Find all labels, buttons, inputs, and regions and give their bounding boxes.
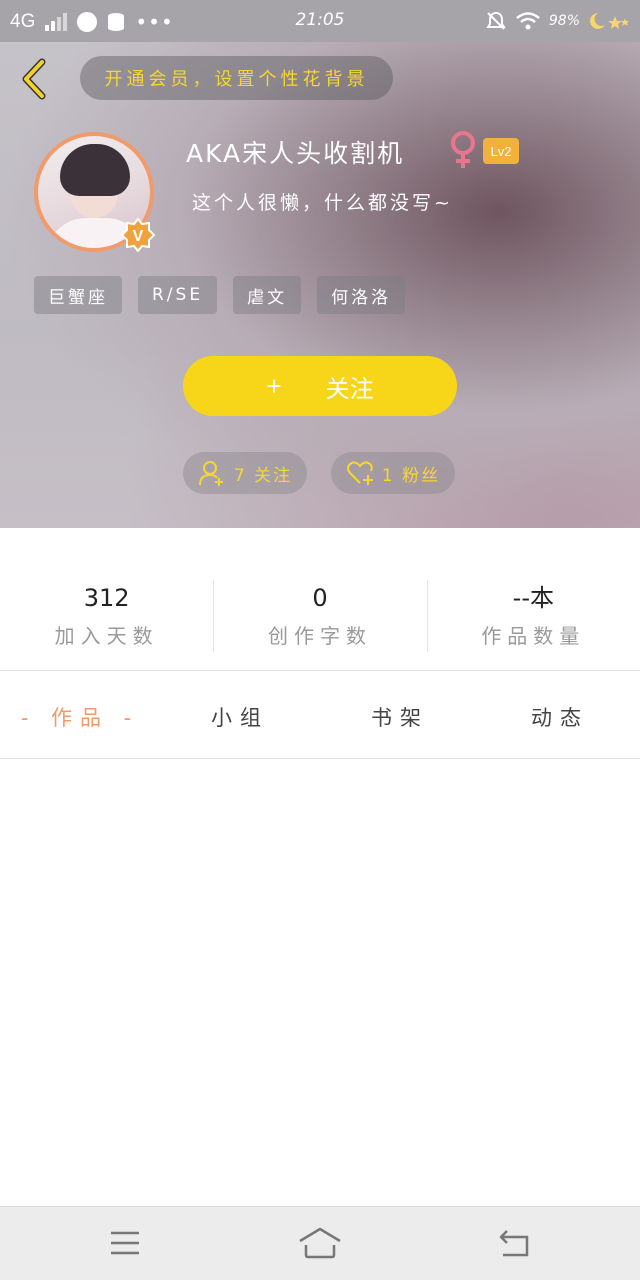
tag-item[interactable]: R/SE bbox=[138, 276, 218, 314]
stat-join-days: 312 加入天数 bbox=[0, 578, 213, 654]
wifi-icon bbox=[516, 12, 540, 30]
divider bbox=[0, 758, 640, 759]
fans-button[interactable]: 1 粉丝 bbox=[331, 452, 455, 494]
level-badge: Lv2 bbox=[483, 138, 519, 164]
stat-label: 作品数量 bbox=[481, 624, 586, 648]
follow-label: 关注 bbox=[325, 375, 374, 403]
tab-groups[interactable]: 小组 bbox=[160, 690, 320, 746]
plus-icon: + bbox=[266, 370, 282, 401]
following-button[interactable]: 7 关注 bbox=[183, 452, 307, 494]
return-icon[interactable] bbox=[495, 1225, 535, 1261]
moon-stars-icon bbox=[590, 13, 629, 29]
tab-activity[interactable]: 动态 bbox=[480, 690, 640, 746]
user-plus-icon bbox=[198, 461, 223, 486]
stat-value: --本 bbox=[512, 584, 554, 612]
username: AKA宋人头收割机 bbox=[186, 139, 405, 168]
tab-bar: - 作品 - 小组 书架 动态 bbox=[0, 690, 640, 746]
stat-works-count: --本 作品数量 bbox=[426, 578, 640, 654]
stats-row: 312 加入天数 0 创作字数 --本 作品数量 bbox=[0, 578, 640, 654]
mute-bell-icon bbox=[486, 11, 506, 30]
menu-icon[interactable] bbox=[105, 1225, 145, 1261]
stat-label: 加入天数 bbox=[54, 624, 159, 648]
profile-header: 开通会员，设置个性花背景 V AKA宋人头收割机 Lv2 这个人很懒，什么都没写… bbox=[0, 42, 640, 528]
system-nav-bar bbox=[0, 1206, 640, 1280]
social-counts: 7 关注 1 粉丝 bbox=[183, 452, 455, 494]
vip-badge-icon: V bbox=[121, 218, 155, 252]
battery-level: 98% bbox=[548, 13, 580, 29]
stat-value: 0 bbox=[312, 584, 328, 612]
divider bbox=[0, 670, 640, 671]
back-chevron-icon[interactable] bbox=[16, 56, 52, 102]
heart-plus-icon bbox=[346, 461, 373, 485]
stat-value: 312 bbox=[83, 584, 130, 612]
tag-list: 巨蟹座 R/SE 虐文 何洛洛 bbox=[34, 276, 406, 314]
home-icon[interactable] bbox=[298, 1225, 342, 1261]
tag-item[interactable]: 虐文 bbox=[233, 276, 302, 314]
tag-item[interactable]: 巨蟹座 bbox=[34, 276, 122, 314]
stat-label: 创作字数 bbox=[267, 624, 372, 648]
tag-item[interactable]: 何洛洛 bbox=[317, 276, 406, 314]
vip-badge-label: V bbox=[133, 228, 144, 245]
fans-count: 1 粉丝 bbox=[381, 465, 441, 486]
status-bar: 4G ••• 21:05 98% bbox=[0, 0, 640, 42]
vip-background-banner[interactable]: 开通会员，设置个性花背景 bbox=[80, 56, 393, 100]
status-right: 98% bbox=[485, 10, 630, 32]
bio: 这个人很懒，什么都没写~ bbox=[192, 192, 453, 214]
tab-bookshelf[interactable]: 书架 bbox=[320, 690, 480, 746]
tab-works[interactable]: - 作品 - bbox=[0, 690, 160, 746]
follow-button[interactable]: + 关注 bbox=[183, 356, 457, 416]
stat-word-count: 0 创作字数 bbox=[213, 578, 426, 654]
female-icon bbox=[451, 131, 475, 168]
following-count: 7 关注 bbox=[233, 465, 293, 486]
